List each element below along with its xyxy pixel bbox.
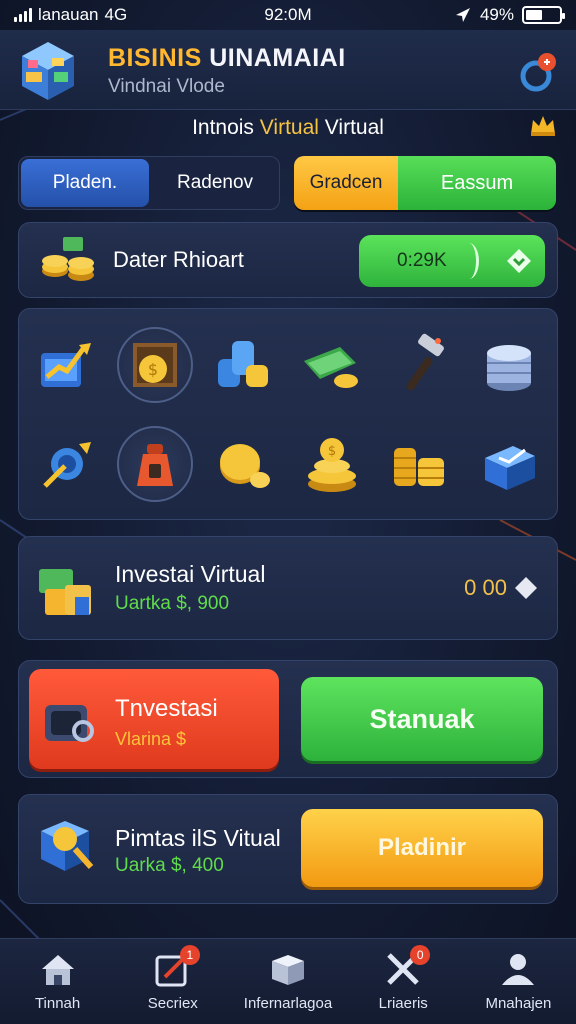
tab-pladen[interactable]: Pladen. — [21, 159, 149, 207]
gold-coin-icon — [219, 443, 270, 488]
balance-value: 0:29K — [397, 250, 447, 271]
home-icon — [41, 955, 74, 985]
asset-item-target[interactable] — [29, 426, 105, 502]
nav-label-profile: Mnahajen — [485, 995, 552, 1012]
invest-button-sub: Vlarina $ — [115, 729, 187, 749]
target-arrow-icon — [43, 441, 92, 488]
gold-stacks-icon — [394, 447, 445, 486]
section-title: Intnois Virtual Virtual — [192, 116, 384, 139]
silver-coins-icon — [486, 344, 531, 391]
balance-label: Dater Rhioart — [113, 247, 244, 272]
asset-grid: $ $ — [19, 309, 557, 519]
crown-icon[interactable] — [528, 112, 558, 138]
app-title: BISINIS UINAMAIAI — [108, 44, 346, 72]
asset-item-chart[interactable] — [29, 327, 105, 403]
nav-profile[interactable]: Mnahajen — [461, 939, 576, 1024]
mode-toggle: Gradcen Eassum — [294, 156, 556, 210]
battery-icon — [522, 6, 565, 24]
asset-item-coin-stack[interactable] — [206, 327, 282, 403]
chart-growth-icon — [41, 342, 92, 387]
swap-arrow-icon — [507, 249, 531, 273]
toggle-eassum[interactable]: Eassum — [398, 156, 556, 210]
app-subtitle: Vindnai Vlode — [108, 76, 225, 97]
app-header: BISINIS UINAMAIAI Vindnai Vlode — [0, 30, 576, 110]
nav-label-edit: Secriex — [147, 995, 198, 1012]
invest-button[interactable]: Tnvestasi Vlarina $ — [29, 669, 279, 769]
camera-lock-icon — [45, 705, 94, 742]
nav-label-box: Infernarlagoa — [243, 995, 333, 1012]
asset-item-hammer[interactable] — [382, 327, 458, 403]
nav-label-home: Tinnah — [34, 995, 81, 1012]
location-icon — [455, 8, 470, 22]
shop-logo-icon — [22, 42, 74, 100]
svg-text:$: $ — [328, 444, 336, 459]
coin-search-icon — [41, 821, 94, 871]
balance-value-button[interactable]: 0:29K — [359, 235, 545, 287]
nav-edit[interactable]: 1 Secriex — [115, 939, 230, 1024]
refresh-icon[interactable] — [514, 50, 558, 94]
asset-item-coin-pile[interactable]: $ — [294, 426, 370, 502]
status-bar: lanauan 4G 92:0M 49% — [0, 0, 576, 30]
battery-percent: 49% — [479, 5, 514, 24]
toggle-gradcen[interactable]: Gradcen — [294, 156, 398, 210]
action-panel: Tnvestasi Vlarina $ Stanuak — [18, 660, 558, 778]
asset-item-crate[interactable] — [471, 426, 547, 502]
crate-icon — [484, 445, 535, 490]
asset-item-coin-frame[interactable]: $ — [117, 326, 194, 403]
divider — [459, 243, 479, 279]
asset-grid-panel: $ $ — [18, 308, 558, 520]
coin-stack-blue-icon — [217, 340, 268, 387]
coins-icon — [42, 237, 94, 281]
nav-badge-edit: 1 — [179, 945, 200, 965]
promo-button[interactable]: Pladinir — [301, 809, 543, 887]
diamond-arrow-icon[interactable] — [513, 575, 539, 601]
nav-box[interactable]: Infernarlagoa — [230, 939, 345, 1024]
network-type: 4G — [104, 5, 128, 24]
promo-row: Pimtas ilS Vitual Uarka $, 400 Pladinir — [18, 794, 558, 904]
investment-counter: 0 00 — [464, 575, 539, 601]
nav-tools[interactable]: 0 Lriaeris — [346, 939, 461, 1024]
hammer-icon — [406, 333, 445, 390]
view-tabs: Pladen. Radenov — [18, 156, 280, 210]
investment-value: Uartka $, 900 — [115, 593, 230, 614]
balance-panel: Dater Rhioart 0:29K — [18, 222, 558, 298]
bottom-nav: Tinnah 1 Secriex Infernarlagoa 0 Lriaeri… — [0, 938, 576, 1024]
gold-coin-pile-icon: $ — [308, 437, 357, 492]
user-icon — [502, 954, 535, 985]
asset-item-silver[interactable] — [471, 327, 547, 403]
start-button[interactable]: Stanuak — [301, 677, 543, 761]
box-icon — [272, 955, 304, 985]
svg-text:$: $ — [148, 360, 158, 379]
carrier-name: lanauan — [38, 5, 99, 24]
coin-frame-icon: $ — [133, 342, 178, 387]
nav-label-tools: Lriaeris — [378, 995, 428, 1012]
asset-item-money-bag[interactable] — [117, 425, 194, 502]
tab-radenov[interactable]: Radenov — [151, 157, 279, 209]
cash-bundle-icon — [304, 346, 359, 388]
asset-item-gold-stacks[interactable] — [382, 426, 458, 502]
nav-home[interactable]: Tinnah — [0, 939, 115, 1024]
cash-gift-icon — [39, 569, 91, 615]
promo-title: Pimtas ilS Vitual — [115, 825, 281, 851]
investment-title: Investai Virtual — [115, 561, 266, 587]
promo-value: Uarka $, 400 — [115, 855, 224, 876]
investment-row[interactable]: Investai Virtual Uartka $, 900 0 00 — [18, 536, 558, 640]
money-bag-icon — [137, 443, 174, 486]
invest-button-label: Tnvestasi — [115, 695, 218, 722]
investment-counter-value: 0 00 — [464, 575, 507, 600]
asset-item-gold-coin[interactable] — [206, 426, 282, 502]
nav-badge-tools: 0 — [410, 945, 431, 965]
signal-icon — [14, 8, 32, 22]
asset-item-cash[interactable] — [294, 327, 370, 403]
